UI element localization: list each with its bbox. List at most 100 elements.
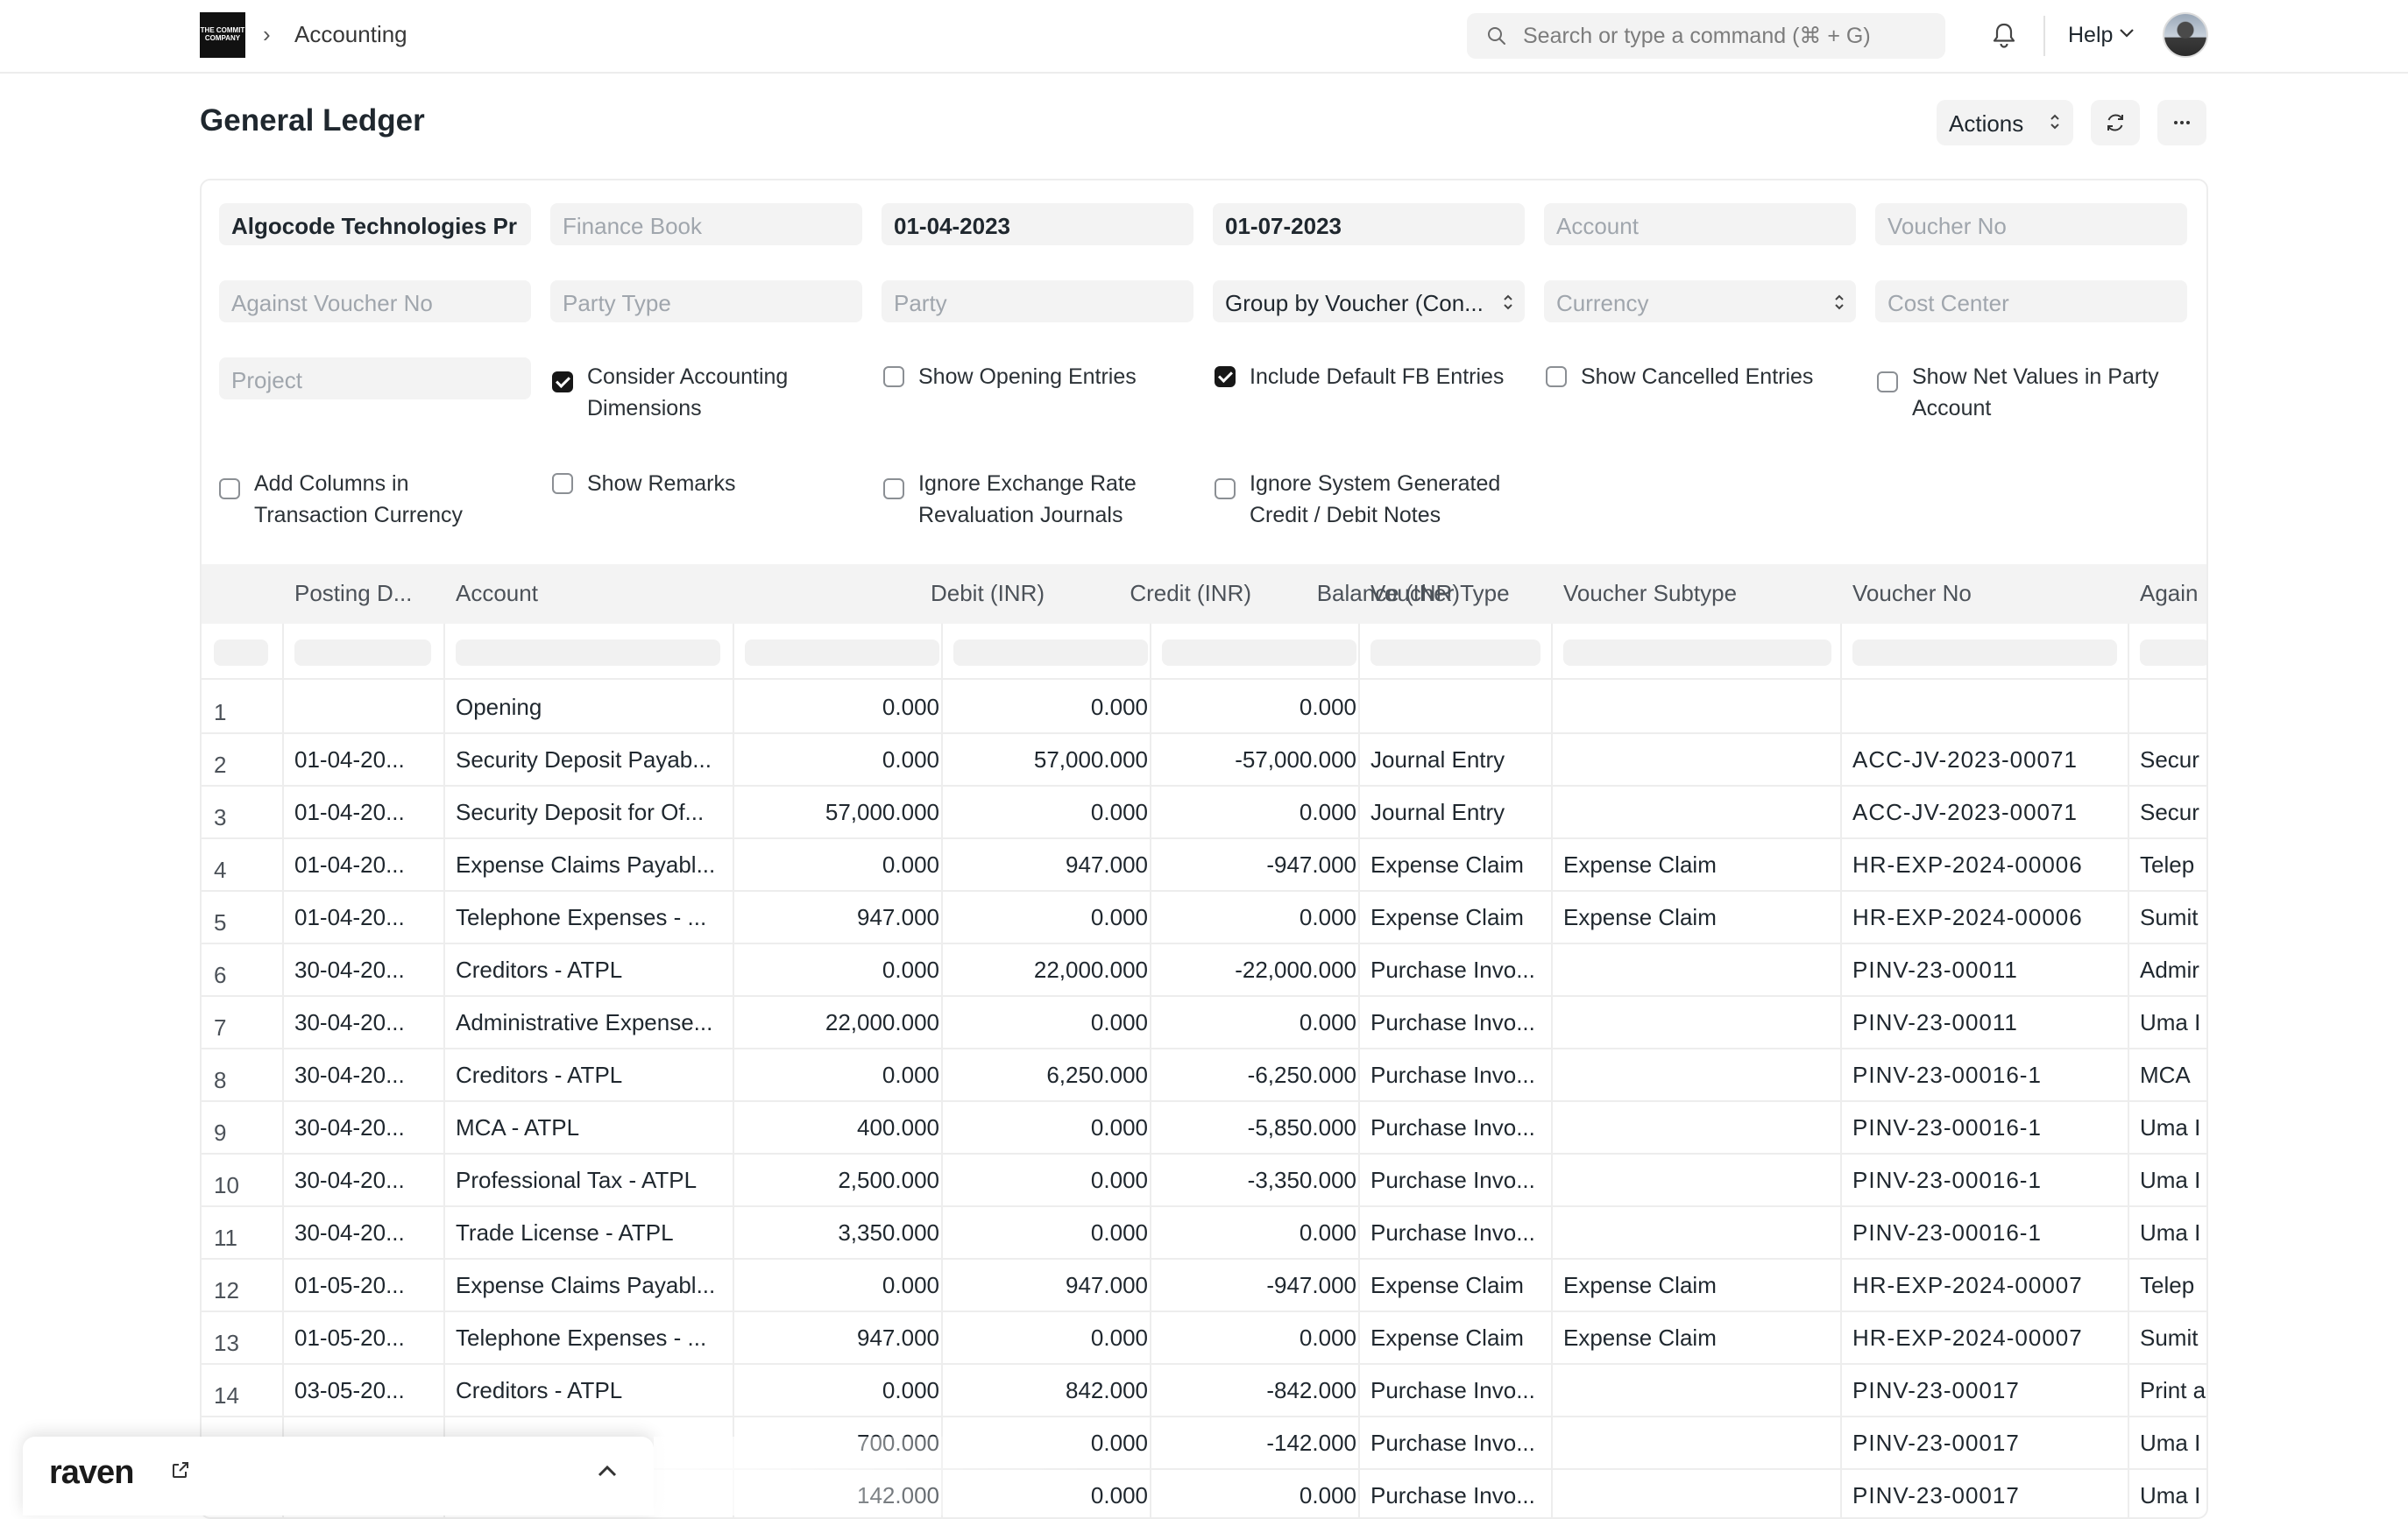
cell-credit[interactable]: 22,000.000: [953, 957, 1148, 984]
company-logo[interactable]: THE COMMIT COMPANY: [200, 12, 245, 58]
cell-balance[interactable]: 0.000: [1162, 1219, 1356, 1247]
checkbox-box[interactable]: [1215, 478, 1236, 499]
cell-against[interactable]: Print a: [2140, 1377, 2206, 1404]
cell-against[interactable]: Uma I: [2140, 1114, 2206, 1141]
cell-debit[interactable]: 947.000: [745, 904, 939, 931]
cell-voucher-type[interactable]: Journal Entry: [1370, 799, 1546, 826]
column-header-against[interactable]: Again: [2140, 580, 2206, 607]
checkbox-consider-accounting-dimensions[interactable]: Consider Accounting Dimensions: [552, 361, 859, 424]
cell-against[interactable]: Uma I: [2140, 1009, 2206, 1036]
cell-debit[interactable]: 3,350.000: [745, 1219, 939, 1247]
cell-voucher-type[interactable]: Purchase Invo...: [1370, 1377, 1546, 1404]
cell-posting-date[interactable]: 01-04-20...: [294, 746, 435, 774]
cell-posting-date[interactable]: 30-04-20...: [294, 1062, 435, 1089]
checkbox-box[interactable]: [883, 478, 904, 499]
cell-account[interactable]: Expense Claims Payabl...: [456, 851, 720, 879]
cell-balance[interactable]: -842.000: [1162, 1377, 1356, 1404]
cell-balance[interactable]: 0.000: [1162, 1482, 1356, 1509]
notification-bell-icon[interactable]: [1991, 21, 2017, 51]
cell-voucher-type[interactable]: Purchase Invo...: [1370, 957, 1546, 984]
cell-against[interactable]: Uma I: [2140, 1430, 2206, 1457]
cell-against[interactable]: Telep: [2140, 1272, 2206, 1299]
cell-account[interactable]: Professional Tax - ATPL: [456, 1167, 720, 1194]
cell-voucher-no[interactable]: PINV-23-00011: [1852, 1009, 2124, 1036]
cell-voucher-type[interactable]: Purchase Invo...: [1370, 1482, 1546, 1509]
cell-balance[interactable]: 0.000: [1162, 799, 1356, 826]
more-options-button[interactable]: [2157, 100, 2206, 145]
help-menu[interactable]: Help: [2068, 23, 2113, 48]
column-filter-input[interactable]: [456, 639, 720, 666]
cell-debit[interactable]: 400.000: [745, 1114, 939, 1141]
cell-against[interactable]: MCA: [2140, 1062, 2206, 1089]
cell-voucher-no[interactable]: PINV-23-00016-1: [1852, 1167, 2124, 1194]
cell-credit[interactable]: 0.000: [953, 904, 1148, 931]
chevron-down-icon[interactable]: [2119, 28, 2135, 39]
cell-balance[interactable]: 0.000: [1162, 1325, 1356, 1352]
cell-against[interactable]: Secur: [2140, 746, 2206, 774]
cell-credit[interactable]: 0.000: [953, 799, 1148, 826]
checkbox-box[interactable]: [883, 366, 904, 387]
table-row[interactable]: 14 03-05-20... Creditors - ATPL 0.000 842.00…: [202, 1365, 2206, 1417]
cell-voucher-type[interactable]: Purchase Invo...: [1370, 1219, 1546, 1247]
cell-debit[interactable]: 0.000: [745, 1272, 939, 1299]
checkbox-box[interactable]: [552, 371, 573, 392]
table-row[interactable]: 11 30-04-20... Trade License - ATPL 3,350.0…: [202, 1207, 2206, 1260]
checkbox-add-columns-transaction-currency[interactable]: Add Columns in Transaction Currency: [219, 468, 526, 531]
cell-voucher-type[interactable]: Journal Entry: [1370, 746, 1546, 774]
cell-posting-date[interactable]: 01-04-20...: [294, 851, 435, 879]
cell-voucher-no[interactable]: ACC-JV-2023-00071: [1852, 799, 2124, 826]
table-row[interactable]: 2 01-04-20... Security Deposit Payab... 0.0…: [202, 734, 2206, 787]
cell-balance[interactable]: 0.000: [1162, 904, 1356, 931]
cell-account[interactable]: Telephone Expenses - ...: [456, 1325, 720, 1352]
raven-chat-bar[interactable]: raven: [23, 1437, 654, 1515]
cell-voucher-subtype[interactable]: Expense Claim: [1563, 904, 1831, 931]
column-filter-input[interactable]: [294, 639, 431, 666]
cost-center-field[interactable]: Cost Center: [1875, 280, 2187, 322]
column-header-voucher-no[interactable]: Voucher No: [1852, 580, 2115, 607]
cell-account[interactable]: Creditors - ATPL: [456, 957, 720, 984]
table-row[interactable]: 7 30-04-20... Administrative Expense... 22,…: [202, 997, 2206, 1049]
cell-voucher-no[interactable]: HR-EXP-2024-00006: [1852, 851, 2124, 879]
cell-voucher-type[interactable]: Purchase Invo...: [1370, 1009, 1546, 1036]
cell-voucher-subtype[interactable]: Expense Claim: [1563, 851, 1831, 879]
cell-account[interactable]: Creditors - ATPL: [456, 1377, 720, 1404]
cell-credit[interactable]: 0.000: [953, 1009, 1148, 1036]
cell-posting-date[interactable]: 01-05-20...: [294, 1325, 435, 1352]
cell-debit[interactable]: 0.000: [745, 957, 939, 984]
table-row[interactable]: 6 30-04-20... Creditors - ATPL 0.000 22,000.…: [202, 944, 2206, 997]
cell-posting-date[interactable]: 01-05-20...: [294, 1272, 435, 1299]
cell-posting-date[interactable]: 01-04-20...: [294, 799, 435, 826]
cell-balance[interactable]: -57,000.000: [1162, 746, 1356, 774]
cell-voucher-no[interactable]: HR-EXP-2024-00007: [1852, 1272, 2124, 1299]
table-row[interactable]: 4 01-04-20... Expense Claims Payabl... 0.00…: [202, 839, 2206, 892]
cell-voucher-no[interactable]: HR-EXP-2024-00006: [1852, 904, 2124, 931]
cell-voucher-type[interactable]: Expense Claim: [1370, 1272, 1546, 1299]
currency-select[interactable]: Currency: [1544, 280, 1856, 322]
column-filter-input[interactable]: [1563, 639, 1831, 666]
cell-voucher-type[interactable]: Purchase Invo...: [1370, 1167, 1546, 1194]
cell-account[interactable]: Administrative Expense...: [456, 1009, 720, 1036]
cell-voucher-type[interactable]: Expense Claim: [1370, 904, 1546, 931]
cell-against[interactable]: Telep: [2140, 851, 2206, 879]
cell-balance[interactable]: -22,000.000: [1162, 957, 1356, 984]
cell-against[interactable]: Sumit: [2140, 904, 2206, 931]
cell-posting-date[interactable]: 30-04-20...: [294, 1219, 435, 1247]
cell-balance[interactable]: 0.000: [1162, 1009, 1356, 1036]
table-row[interactable]: 8 30-04-20... Creditors - ATPL 0.000 6,250.0…: [202, 1049, 2206, 1102]
cell-posting-date[interactable]: 01-04-20...: [294, 904, 435, 931]
cell-debit[interactable]: 0.000: [745, 1062, 939, 1089]
cell-credit[interactable]: 0.000: [953, 694, 1148, 721]
against-voucher-no-field[interactable]: Against Voucher No: [219, 280, 531, 322]
column-filter-input[interactable]: [953, 639, 1148, 666]
project-field[interactable]: Project: [219, 357, 531, 399]
checkbox-ignore-system-generated-notes[interactable]: Ignore System Generated Credit / Debit N…: [1215, 468, 1521, 531]
column-filter-input[interactable]: [1370, 639, 1540, 666]
column-header-posting-date[interactable]: Posting D...: [294, 580, 443, 607]
group-by-select[interactable]: Group by Voucher (Con...: [1213, 280, 1525, 322]
cell-account[interactable]: Trade License - ATPL: [456, 1219, 720, 1247]
cell-against[interactable]: Sumit: [2140, 1325, 2206, 1352]
checkbox-include-default-fb-entries[interactable]: Include Default FB Entries: [1215, 361, 1521, 392]
cell-account[interactable]: Creditors - ATPL: [456, 1062, 720, 1089]
user-avatar[interactable]: [2163, 12, 2208, 58]
search-bar[interactable]: [1467, 13, 1945, 59]
